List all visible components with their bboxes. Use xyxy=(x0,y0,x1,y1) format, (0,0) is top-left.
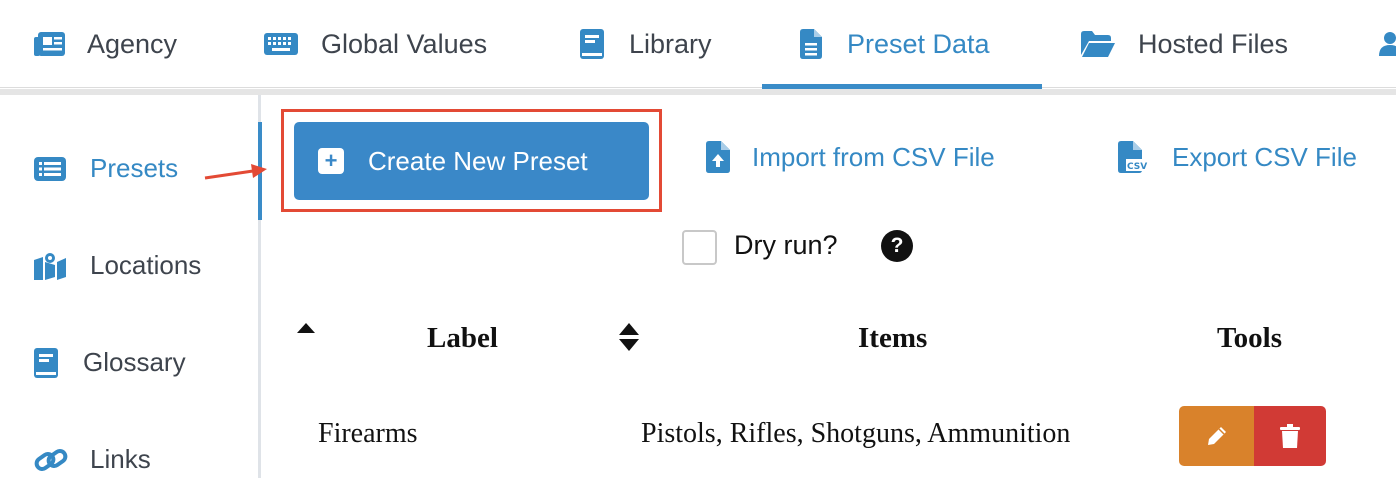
sort-asc-icon[interactable] xyxy=(296,322,316,334)
create-preset-button[interactable]: + Create New Preset xyxy=(294,122,649,200)
svg-text:CSV: CSV xyxy=(1127,162,1147,172)
keyboard-icon xyxy=(264,29,302,59)
file-csv-icon: CSV xyxy=(1118,140,1156,174)
tab-preset-data[interactable]: Preset Data xyxy=(800,0,990,88)
tab-users[interactable] xyxy=(1378,0,1396,88)
pencil-icon xyxy=(1207,427,1226,445)
import-csv-label: Import from CSV File xyxy=(752,141,995,172)
dry-run-checkbox[interactable] xyxy=(682,230,717,265)
plus-square-icon: + xyxy=(318,148,344,174)
sidebar-item-presets[interactable]: Presets xyxy=(34,153,178,184)
row-items-cell: Pistols, Rifles, Shotguns, Ammunition xyxy=(641,418,1071,449)
users-icon xyxy=(1378,29,1396,59)
sidebar-item-label: Locations xyxy=(90,250,202,280)
column-header-items: Items xyxy=(858,322,928,354)
tab-label: Library xyxy=(629,28,712,59)
tab-label: Preset Data xyxy=(847,28,990,59)
trash-icon xyxy=(1280,424,1300,448)
sidebar-item-label: Presets xyxy=(90,153,179,183)
tab-label: Global Values xyxy=(321,28,488,59)
help-icon[interactable]: ? xyxy=(881,230,913,262)
list-icon xyxy=(34,154,68,184)
delete-button[interactable] xyxy=(1254,406,1326,466)
tab-library[interactable]: Library xyxy=(580,0,712,88)
tab-agency[interactable]: Agency xyxy=(34,0,177,88)
sidebar-item-glossary[interactable]: Glossary xyxy=(34,347,186,378)
sidebar-item-label: Glossary xyxy=(83,347,186,377)
folder-open-icon xyxy=(1081,29,1119,59)
top-navigation: Agency Global Values Library Preset Data… xyxy=(0,0,1396,89)
create-preset-label: Create New Preset xyxy=(368,145,588,176)
row-label-cell: Firearms xyxy=(318,418,418,449)
export-csv-label: Export CSV File xyxy=(1172,141,1357,172)
tab-global-values[interactable]: Global Values xyxy=(264,0,487,88)
edit-button[interactable] xyxy=(1179,406,1254,466)
newspaper-icon xyxy=(34,29,68,59)
export-csv-button[interactable]: CSV Export CSV File xyxy=(1118,140,1357,174)
column-header-label: Label xyxy=(427,322,498,354)
book-icon xyxy=(580,29,610,59)
dry-run-label: Dry run? xyxy=(734,230,838,260)
import-csv-button[interactable]: Import from CSV File xyxy=(706,140,995,174)
sort-icon[interactable] xyxy=(618,322,640,352)
book-icon xyxy=(34,347,61,378)
sidebar-item-links[interactable]: Links xyxy=(34,444,151,475)
arrow-annotation-icon xyxy=(204,164,267,180)
sidebar-item-locations[interactable]: Locations xyxy=(34,250,201,281)
column-header-tools: Tools xyxy=(1217,322,1283,354)
link-icon xyxy=(34,445,68,475)
sidebar-item-label: Links xyxy=(90,444,151,474)
file-icon xyxy=(800,29,828,59)
tab-label: Hosted Files xyxy=(1138,28,1289,59)
sidebar: Presets Locations Glossary Links xyxy=(0,95,262,478)
file-upload-icon xyxy=(706,140,736,174)
map-icon xyxy=(34,251,68,281)
tab-hosted-files[interactable]: Hosted Files xyxy=(1081,0,1288,88)
tab-label: Agency xyxy=(87,28,178,59)
